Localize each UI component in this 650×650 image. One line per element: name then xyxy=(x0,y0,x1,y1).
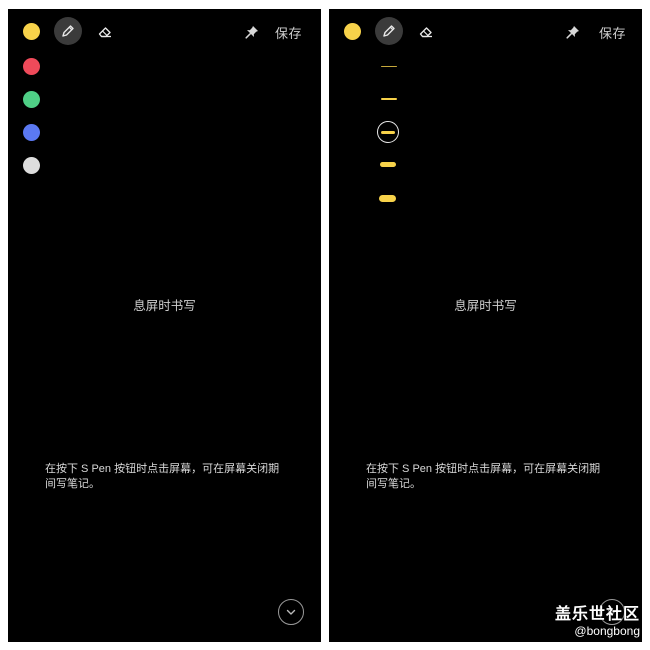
pen-button[interactable] xyxy=(375,17,403,45)
color-red[interactable] xyxy=(23,58,40,75)
color-green[interactable] xyxy=(23,91,40,108)
right-screen: 保存 息屏时书写 在按下 S Pen 按钮时点击屏幕，可在屏幕关闭期间写笔记。 xyxy=(329,9,642,642)
watermark-title: 盖乐世社区 xyxy=(554,606,640,623)
pen-icon xyxy=(383,25,395,37)
hint-text: 在按下 S Pen 按钮时点击屏幕，可在屏幕关闭期间写笔记。 xyxy=(366,463,601,490)
thickness-option-2[interactable] xyxy=(381,98,397,100)
save-button[interactable]: 保存 xyxy=(599,23,626,42)
eraser-button[interactable] xyxy=(95,22,115,42)
pin-button[interactable] xyxy=(562,21,584,43)
pen-button[interactable] xyxy=(54,17,82,45)
pin-icon xyxy=(566,26,579,39)
thickness-option-3-selected[interactable] xyxy=(377,121,399,143)
chevron-down-icon xyxy=(286,609,296,615)
color-blue[interactable] xyxy=(23,124,40,141)
expand-button[interactable] xyxy=(278,599,304,625)
color-white[interactable] xyxy=(23,157,40,174)
hint-text: 在按下 S Pen 按钮时点击屏幕，可在屏幕关闭期间写笔记。 xyxy=(45,463,280,490)
left-screen: 保存 息屏时书写 在按下 S Pen 按钮时点击屏幕，可在屏幕关闭期间写笔记。 xyxy=(8,9,321,642)
eraser-icon xyxy=(98,27,111,38)
thickness-option-4[interactable] xyxy=(380,162,396,167)
watermark: 盖乐世社区 @bongbong xyxy=(555,600,640,638)
selected-color-yellow[interactable] xyxy=(344,23,361,40)
selected-color-yellow[interactable] xyxy=(23,23,40,40)
pin-button[interactable] xyxy=(241,21,263,43)
pen-icon xyxy=(62,25,74,37)
watermark-handle: @bongbong xyxy=(574,624,640,638)
thickness-option-5[interactable] xyxy=(379,195,396,202)
pin-icon xyxy=(245,26,258,39)
save-button[interactable]: 保存 xyxy=(275,23,302,42)
eraser-icon xyxy=(419,27,432,38)
eraser-button[interactable] xyxy=(416,22,436,42)
thickness-line xyxy=(381,131,395,134)
screen-title: 息屏时书写 xyxy=(454,299,517,313)
thickness-option-1[interactable] xyxy=(381,66,397,67)
screen-title: 息屏时书写 xyxy=(133,299,196,313)
